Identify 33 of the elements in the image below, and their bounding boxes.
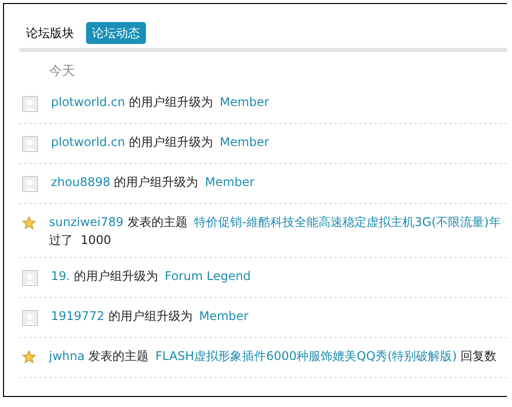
action-text: 发表的主题 xyxy=(88,349,149,363)
views-text: 过了 1000 xyxy=(49,232,112,249)
group-link[interactable]: Member xyxy=(220,135,270,149)
action-text: 的用户组升级为 xyxy=(128,95,213,109)
action-text: 发表的主题 xyxy=(127,215,188,229)
day-heading: 今天 xyxy=(48,63,76,81)
user-link[interactable]: jwhna xyxy=(49,349,85,363)
action-text: 的用户组升级为 xyxy=(74,269,158,283)
avatar-icon xyxy=(22,310,38,326)
reply-text: 回复数 xyxy=(460,349,497,363)
user-link[interactable]: plotworld.cn xyxy=(51,135,126,149)
tab[interactable]: 论坛动态 xyxy=(86,22,146,44)
group-link[interactable]: Member xyxy=(205,175,254,189)
thread-link[interactable]: FLASH虚拟形象插件6000种服饰媲美QQ秀(特别破解版) xyxy=(155,349,457,363)
star-icon xyxy=(22,350,36,364)
avatar-icon xyxy=(22,176,38,192)
tab[interactable]: 论坛版块 xyxy=(20,22,80,44)
action-text: 的用户组升级为 xyxy=(128,135,213,149)
group-link[interactable]: Member xyxy=(199,309,248,323)
user-link[interactable]: sunziwei789 xyxy=(49,215,124,229)
avatar-icon xyxy=(22,136,38,152)
action-text: 的用户组升级为 xyxy=(114,175,198,189)
user-link[interactable]: 19. xyxy=(51,269,70,283)
group-link[interactable]: Member xyxy=(220,95,270,109)
user-link[interactable]: plotworld.cn xyxy=(51,95,126,109)
user-link[interactable]: zhou8898 xyxy=(51,175,110,189)
avatar-icon xyxy=(22,270,38,286)
star-icon xyxy=(22,216,36,230)
action-text: 的用户组升级为 xyxy=(108,309,192,323)
thread-link[interactable]: 特价促销-維酷科技全能高速稳定虚拟主机3G(不限流量)年 xyxy=(194,215,501,229)
group-link[interactable]: Forum Legend xyxy=(164,269,251,283)
avatar-icon xyxy=(22,96,38,112)
user-link[interactable]: 1919772 xyxy=(51,309,104,323)
